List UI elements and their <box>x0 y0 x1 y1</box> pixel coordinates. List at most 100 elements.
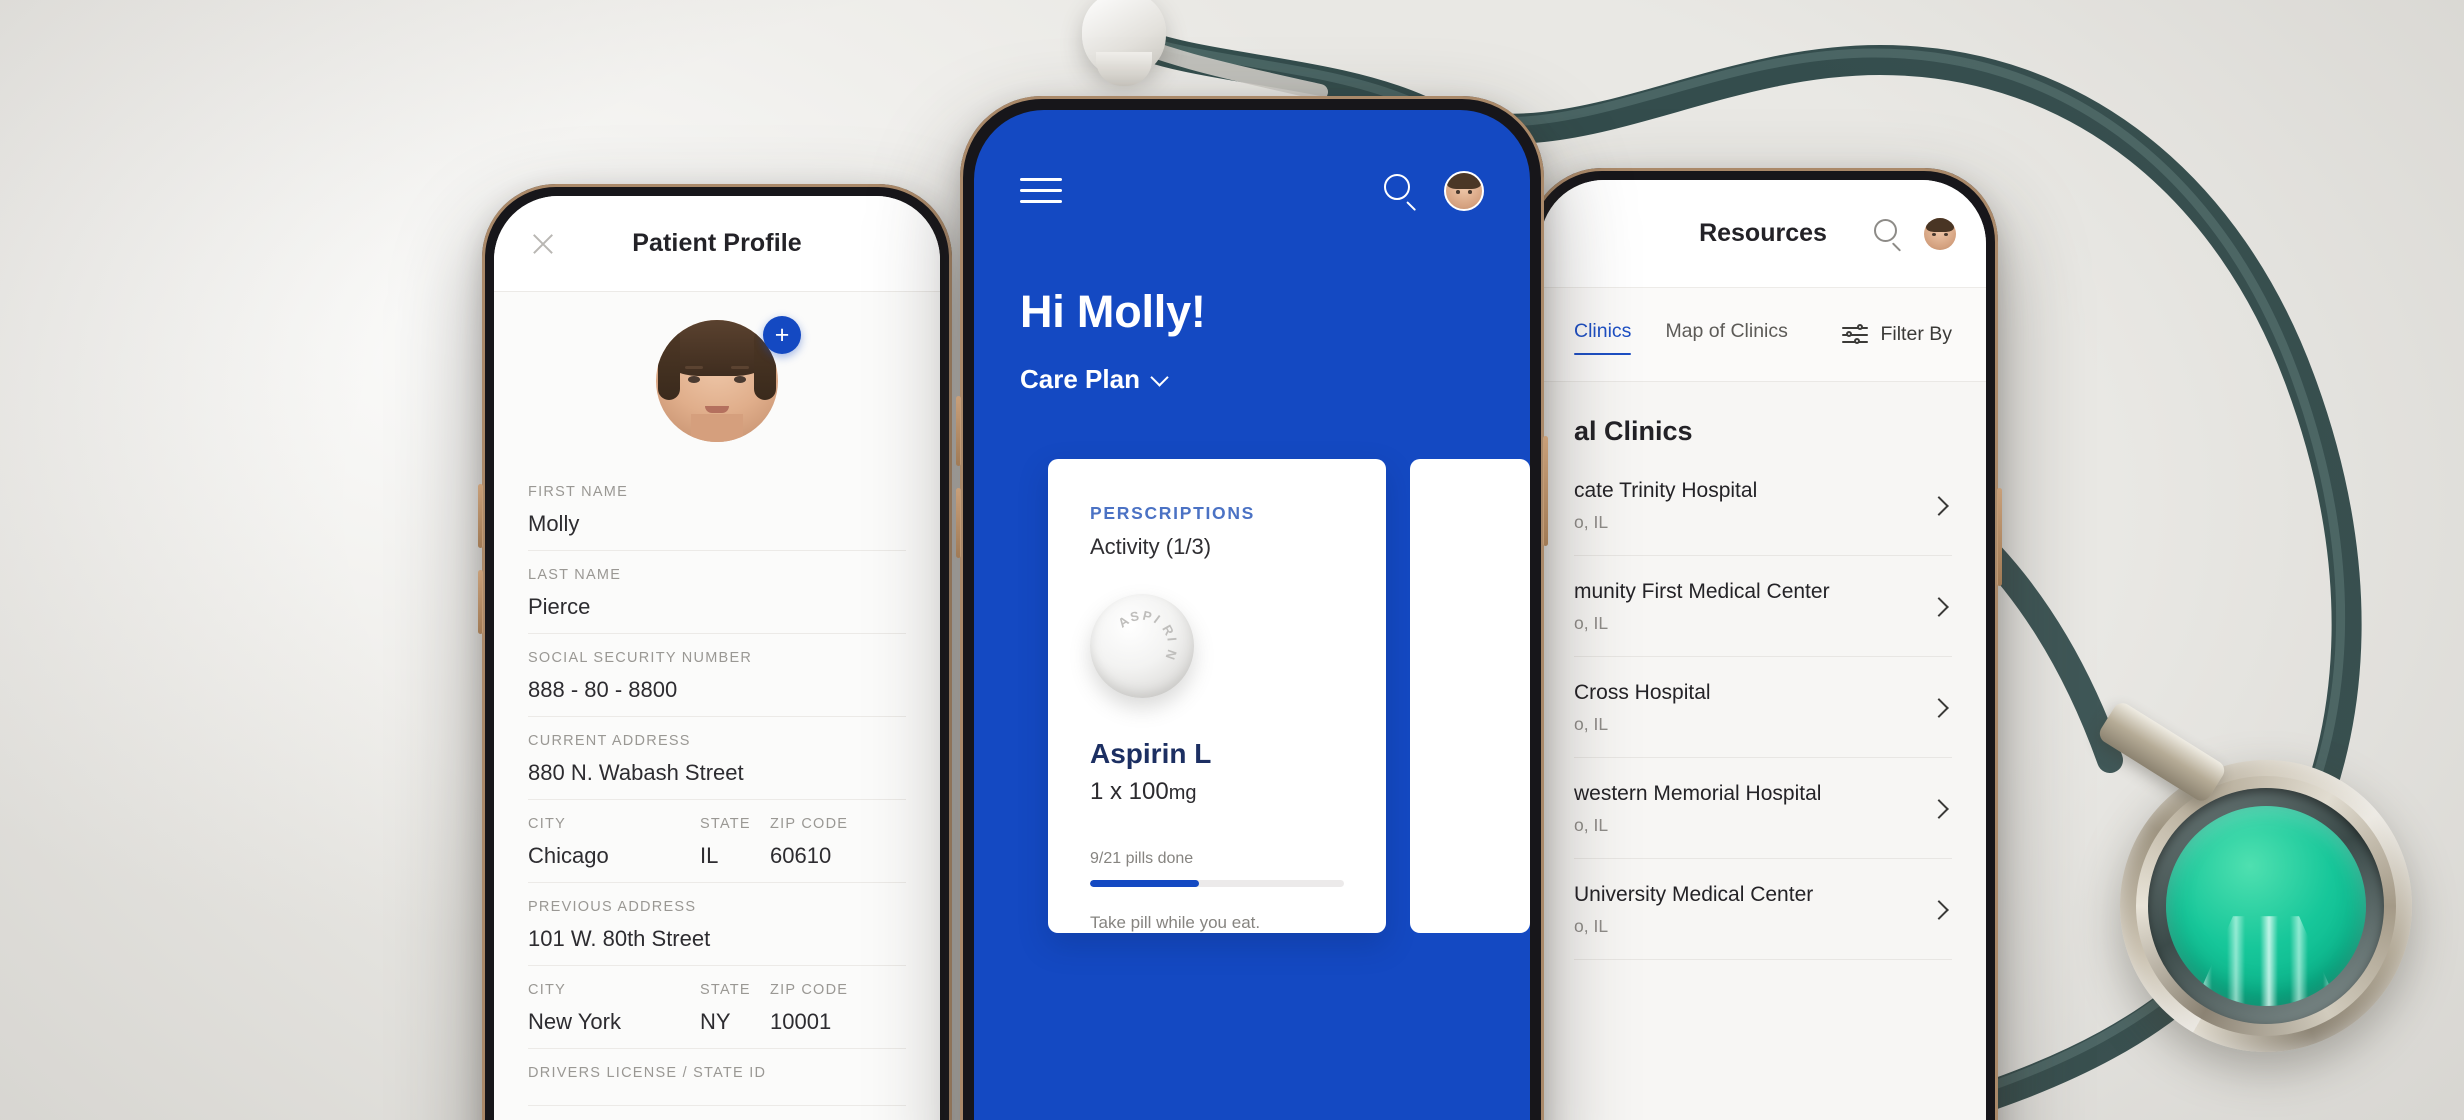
page-title: Patient Profile <box>632 229 802 257</box>
chevron-right-icon <box>1929 799 1949 819</box>
diaphragm-reflection <box>2191 916 2341 1006</box>
list-item[interactable]: Cross Hospital o, IL <box>1574 657 1952 758</box>
field-label: ZIP CODE <box>770 816 849 832</box>
field-label: STATE <box>700 816 751 832</box>
field-label: LAST NAME <box>528 567 622 583</box>
field-last-name[interactable]: LAST NAME Pierce <box>528 551 906 634</box>
list-item[interactable]: University Medical Center o, IL <box>1574 859 1952 960</box>
care-plan-selector[interactable]: Care Plan <box>974 338 1530 395</box>
field-state-previous[interactable]: STATE NY <box>700 966 770 1048</box>
care-plan-card-carousel[interactable]: PERSCRIPTIONS Activity (1/3) ASPIRIN Asp… <box>974 395 1530 933</box>
field-state-current[interactable]: STATE IL <box>700 800 770 882</box>
close-icon[interactable] <box>528 229 558 259</box>
field-value: 10001 <box>770 1009 832 1034</box>
phone-left-volume-up[interactable] <box>478 484 483 548</box>
field-first-name[interactable]: FIRST NAME Molly <box>528 468 906 551</box>
dosage-note: Take pill while you eat. <box>1090 913 1261 932</box>
field-zip-previous[interactable]: ZIP CODE 10001 <box>770 966 906 1048</box>
list-item[interactable]: cate Trinity Hospital o, IL <box>1574 455 1952 556</box>
clinic-city: o, IL <box>1574 613 1609 633</box>
phone-center-volume-down[interactable] <box>956 488 961 558</box>
clinic-city: o, IL <box>1574 815 1609 835</box>
clinic-name: western Memorial Hospital <box>1574 782 1822 805</box>
list-item[interactable]: munity First Medical Center o, IL <box>1574 556 1952 657</box>
card-section-label: PERSCRIPTIONS <box>1090 503 1256 523</box>
field-label: SOCIAL SECURITY NUMBER <box>528 650 753 666</box>
field-previous-address[interactable]: PREVIOUS ADDRESS 101 W. 80th Street <box>528 883 906 966</box>
resources-tabs: Clinics Map of Clinics Filter By <box>1540 288 1986 382</box>
field-city-current[interactable]: CITY Chicago <box>528 800 700 882</box>
phone-center-screen: Hi Molly! Care Plan PERSCRIPTIONS Activi… <box>974 110 1530 1120</box>
list-item[interactable]: western Memorial Hospital o, IL <box>1574 758 1952 859</box>
clinic-city: o, IL <box>1574 916 1609 936</box>
stethoscope-diaphragm <box>2166 806 2366 1006</box>
field-value: New York <box>528 1009 621 1034</box>
drug-name: Aspirin L <box>1090 738 1212 769</box>
phone-center-power-button[interactable] <box>1543 436 1548 546</box>
section-title: al Clinics <box>1574 416 1693 446</box>
phone-left-screen: Patient Profile + FIRST NAME Molly LAST … <box>494 196 940 1120</box>
field-zip-current[interactable]: ZIP CODE 60610 <box>770 800 906 882</box>
current-address-city-state-zip: CITY Chicago STATE IL ZIP CODE 60610 <box>528 800 906 883</box>
clinic-city: o, IL <box>1574 714 1609 734</box>
search-icon[interactable] <box>1384 174 1418 211</box>
field-social-security-number[interactable]: SOCIAL SECURITY NUMBER 888 - 80 - 8800 <box>528 634 906 717</box>
care-plan-label: Care Plan <box>1020 364 1140 394</box>
chevron-right-icon <box>1929 698 1949 718</box>
clinics-list: al Clinics cate Trinity Hospital o, IL m… <box>1540 382 1986 960</box>
drug-dose: 1 x 100mg <box>1090 778 1197 805</box>
field-label: PREVIOUS ADDRESS <box>528 899 697 915</box>
card-activity-counter: Activity (1/3) <box>1090 534 1212 559</box>
user-avatar[interactable] <box>1924 217 1956 250</box>
field-label: CITY <box>528 982 567 998</box>
avatar-brow-right <box>731 366 749 369</box>
patient-avatar[interactable] <box>656 320 778 442</box>
field-label: DRIVERS LICENSE / STATE ID <box>528 1065 767 1081</box>
pills-done-text: 9/21 pills done <box>1090 850 1194 867</box>
clinic-city: o, IL <box>1574 512 1609 532</box>
field-current-address[interactable]: CURRENT ADDRESS 880 N. Wabash Street <box>528 717 906 800</box>
field-label: CURRENT ADDRESS <box>528 733 691 749</box>
tab-map-of-clinics[interactable]: Map of Clinics <box>1665 320 1787 349</box>
avatar-hair-left <box>658 328 680 400</box>
field-value: Chicago <box>528 843 609 868</box>
phone-center-volume-up[interactable] <box>956 396 961 466</box>
previous-address-city-state-zip: CITY New York STATE NY ZIP CODE 10001 <box>528 966 906 1049</box>
header-actions <box>1874 217 1956 252</box>
prescription-card[interactable]: PERSCRIPTIONS Activity (1/3) ASPIRIN Asp… <box>1048 459 1386 933</box>
user-avatar[interactable] <box>1444 171 1484 211</box>
card-progress-block: 9/21 pills done Take pill while you eat. <box>1090 806 1344 933</box>
avatar-neck <box>691 414 743 442</box>
field-drivers-license[interactable]: DRIVERS LICENSE / STATE ID <box>528 1049 906 1106</box>
field-city-previous[interactable]: CITY New York <box>528 966 700 1048</box>
avatar-mouth <box>705 406 729 413</box>
chevron-right-icon <box>1929 597 1949 617</box>
phone-right-power-button[interactable] <box>1997 488 2002 586</box>
hamburger-menu-icon[interactable] <box>1020 176 1062 206</box>
pill-embossed-text: ASPIRIN <box>1115 607 1180 665</box>
home-topbar <box>974 110 1530 230</box>
phone-left-volume-down[interactable] <box>478 570 483 634</box>
patient-profile-form: FIRST NAME Molly LAST NAME Pierce SOCIAL… <box>494 468 940 1106</box>
phone-right-screen: Resources Clinics Map of Clinics Filter … <box>1540 180 1986 1120</box>
greeting-title: Hi Molly! <box>1020 286 1206 337</box>
search-icon[interactable] <box>1874 218 1904 252</box>
chevron-right-icon <box>1929 900 1949 920</box>
avatar-eye-right <box>734 376 746 383</box>
clinic-name: University Medical Center <box>1574 883 1814 906</box>
field-value: IL <box>700 843 719 868</box>
add-photo-button[interactable]: + <box>763 316 801 354</box>
filter-by-button[interactable]: Filter By <box>1842 323 1952 346</box>
patient-avatar-block: + <box>494 292 940 468</box>
field-label: ZIP CODE <box>770 982 849 998</box>
field-value: Pierce <box>528 594 591 619</box>
field-value: 60610 <box>770 843 832 868</box>
prescription-card-next[interactable] <box>1410 459 1530 933</box>
field-value: Molly <box>528 511 580 536</box>
phone-right: Resources Clinics Map of Clinics Filter … <box>1528 168 2002 1120</box>
aspirin-pill-image: ASPIRIN <box>1090 594 1194 698</box>
chevron-down-icon <box>1150 367 1169 387</box>
avatar-eye-left <box>688 376 700 383</box>
tab-clinics[interactable]: Clinics <box>1574 320 1632 355</box>
field-label: FIRST NAME <box>528 484 629 500</box>
